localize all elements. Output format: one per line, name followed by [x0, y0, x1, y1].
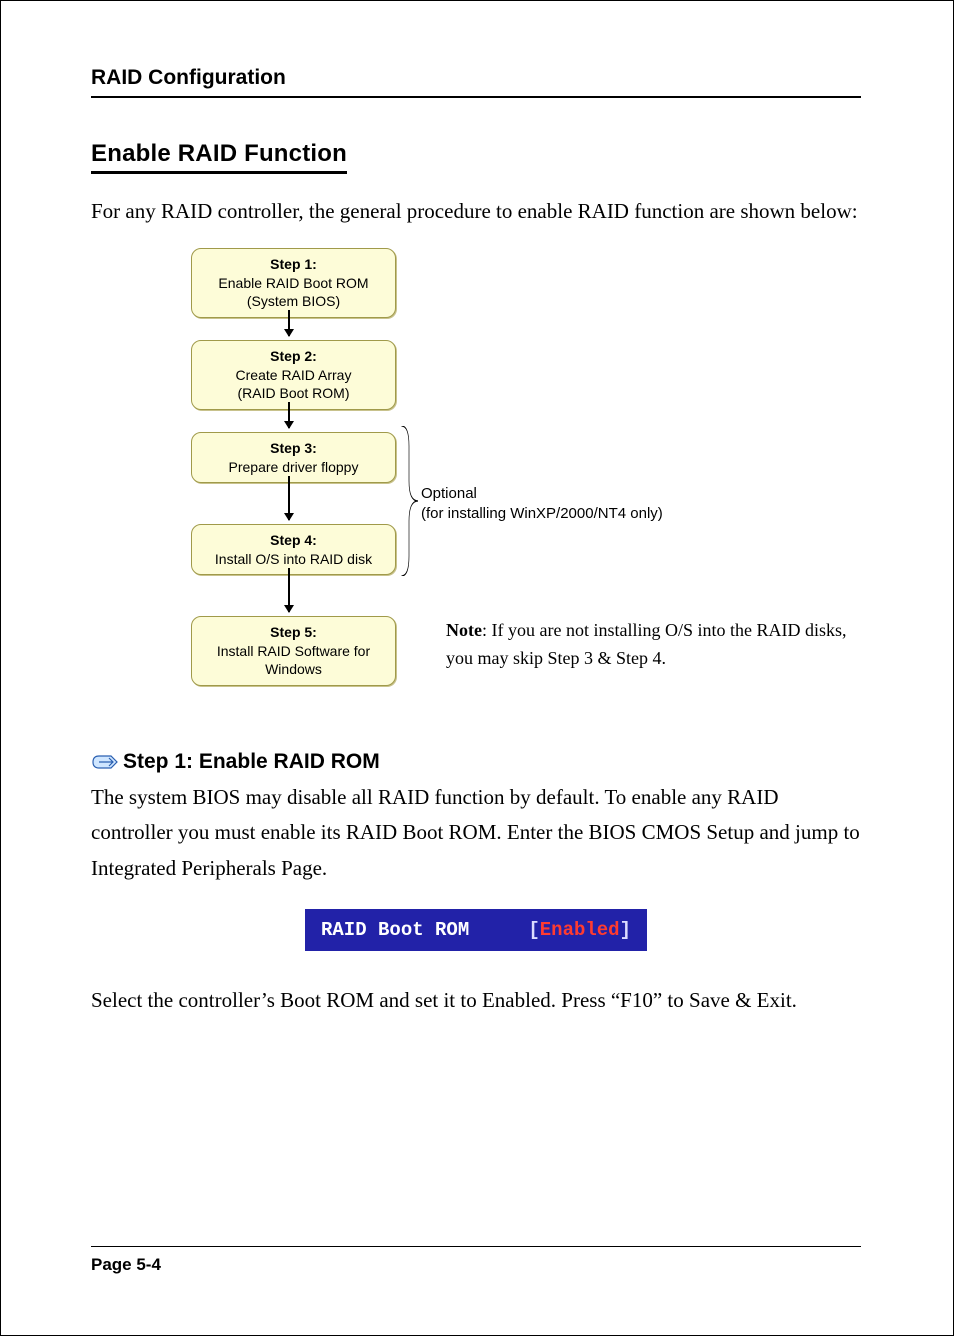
step1-heading-text: Step 1: Enable RAID ROM — [123, 750, 380, 774]
flow-step-text: Enable RAID Boot ROM — [196, 274, 391, 293]
section-title: Enable RAID Function — [91, 140, 347, 174]
flow-step-label: Step 4: — [196, 531, 391, 550]
flow-step-1: Step 1: Enable RAID Boot ROM (System BIO… — [191, 248, 396, 319]
step1-paragraph-1: The system BIOS may disable all RAID fun… — [91, 780, 861, 887]
note-bold: Note — [446, 620, 482, 640]
flow-step-label: Step 1: — [196, 255, 391, 274]
bios-setting-row: RAID Boot ROM [Enabled] — [305, 909, 647, 951]
optional-label: Optional (for installing WinXP/2000/NT4 … — [421, 484, 663, 525]
flow-arrow — [288, 310, 290, 336]
step1-heading: Step 1: Enable RAID ROM — [91, 750, 861, 774]
flow-step-text: Install O/S into RAID disk — [196, 550, 391, 569]
brace-icon — [399, 426, 419, 576]
flow-arrow — [288, 476, 290, 520]
flow-arrow — [288, 402, 290, 428]
flow-step-text: Prepare driver floppy — [196, 458, 391, 477]
flow-step-text: Create RAID Array — [196, 366, 391, 385]
flow-step-text: (RAID Boot ROM) — [196, 384, 391, 403]
pointing-hand-icon — [91, 752, 119, 772]
optional-detail: (for installing WinXP/2000/NT4 only) — [421, 504, 663, 524]
optional-head: Optional — [421, 484, 663, 504]
bios-setting-value: [Enabled] — [528, 919, 631, 941]
flow-step-label: Step 5: — [196, 623, 391, 642]
page-footer: Page 5-4 — [91, 1246, 861, 1275]
step1-paragraph-2: Select the controller’s Boot ROM and set… — [91, 983, 861, 1019]
flow-step-4: Step 4: Install O/S into RAID disk — [191, 524, 396, 576]
flow-arrow — [288, 568, 290, 612]
intro-paragraph: For any RAID controller, the general pro… — [91, 194, 861, 230]
flow-step-2: Step 2: Create RAID Array (RAID Boot ROM… — [191, 340, 396, 411]
flow-step-3: Step 3: Prepare driver floppy — [191, 432, 396, 484]
flow-step-5: Step 5: Install RAID Software for Window… — [191, 616, 396, 687]
diagram-note: Note: If you are not installing O/S into… — [446, 616, 856, 674]
flow-step-label: Step 2: — [196, 347, 391, 366]
flow-diagram: Step 1: Enable RAID Boot ROM (System BIO… — [91, 248, 861, 708]
flow-step-label: Step 3: — [196, 439, 391, 458]
flow-step-text: (System BIOS) — [196, 292, 391, 311]
flow-step-text: Install RAID Software for Windows — [196, 642, 391, 680]
note-body: : If you are not installing O/S into the… — [446, 620, 846, 669]
page-header: RAID Configuration — [91, 66, 861, 98]
page-number: Page 5-4 — [91, 1255, 161, 1274]
bios-setting-label: RAID Boot ROM — [321, 919, 469, 941]
